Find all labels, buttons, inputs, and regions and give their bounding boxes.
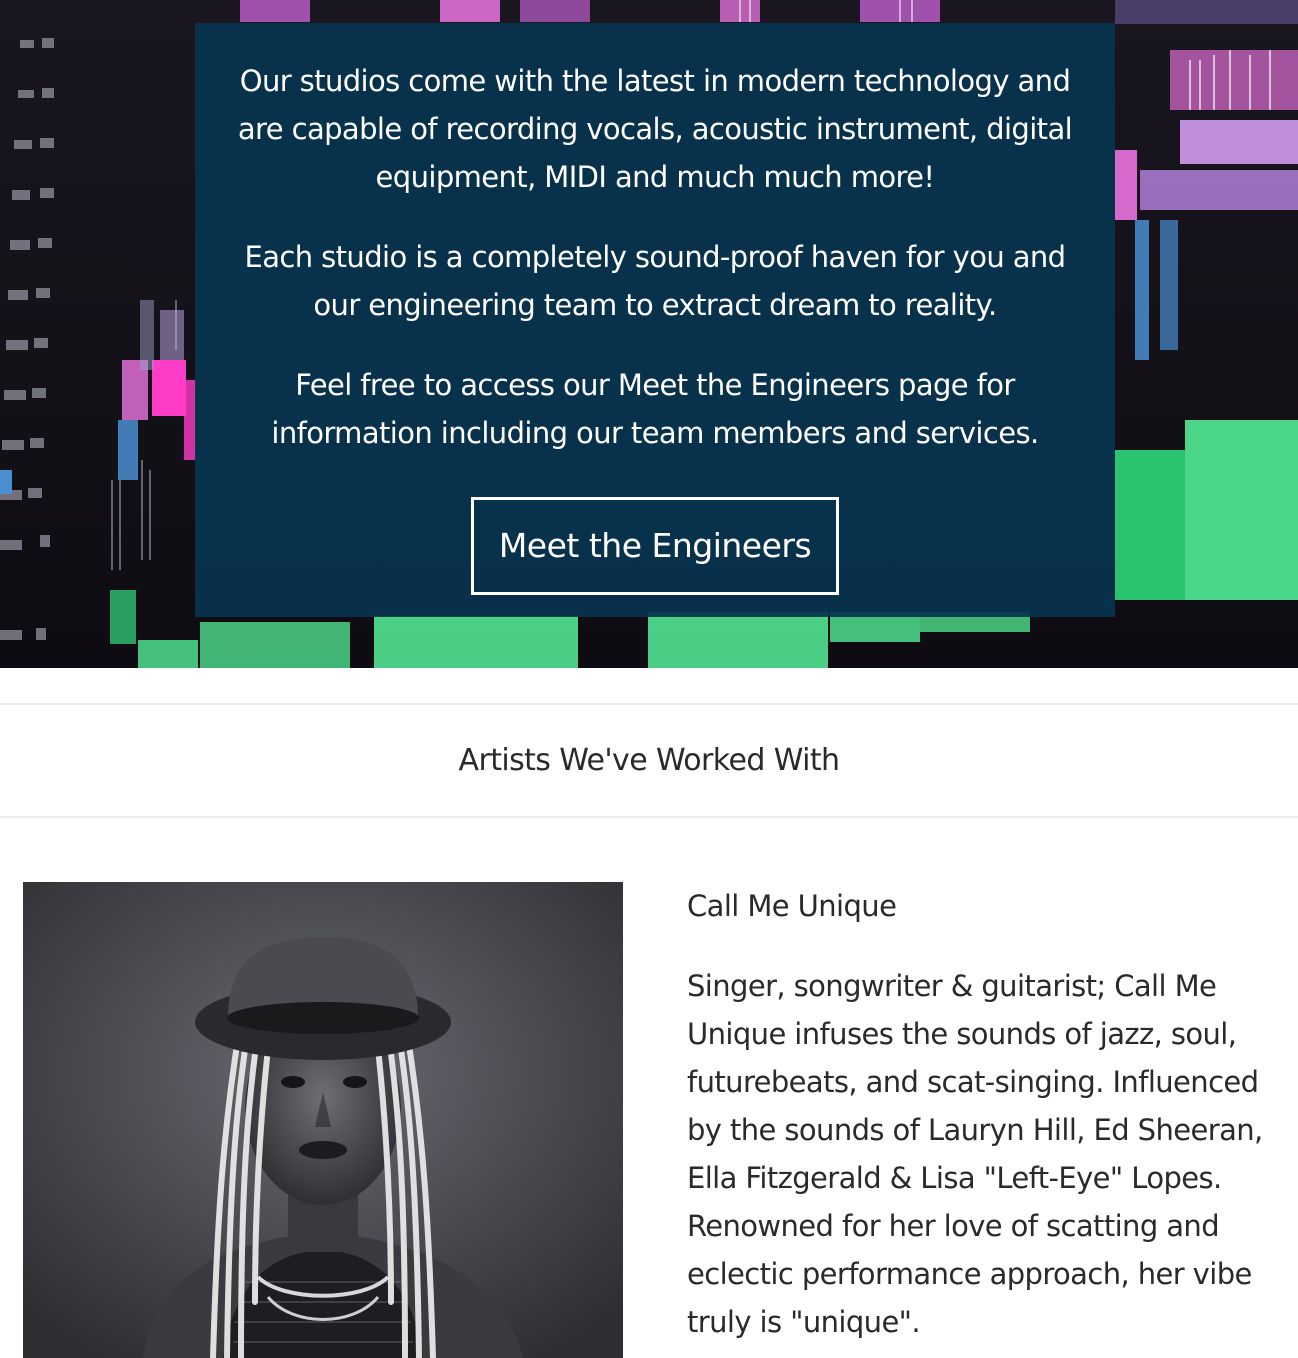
artist-details: Call Me Unique Singer, songwriter & guit… (687, 882, 1282, 1346)
artists-section-header: Artists We've Worked With (0, 703, 1298, 818)
artist-portrait-image (23, 882, 623, 1358)
hero-section: Our studios come with the latest in mode… (0, 0, 1298, 668)
artist-name: Call Me Unique (687, 889, 897, 923)
hero-paragraph-soundproof: Each studio is a completely sound-proof … (244, 240, 1067, 322)
hero-paragraph-technology: Our studios come with the latest in mode… (237, 64, 1073, 194)
section-title: Artists We've Worked With (458, 743, 841, 778)
meet-the-engineers-button[interactable]: Meet the Engineers (471, 497, 839, 595)
artist-photo (23, 882, 623, 1358)
hero-text-panel: Our studios come with the latest in mode… (195, 23, 1115, 617)
artist-bio: Singer, songwriter & guitarist; Call Me … (687, 969, 1263, 1339)
hero-paragraph-engineers-info: Feel free to access our Meet the Enginee… (271, 368, 1039, 450)
